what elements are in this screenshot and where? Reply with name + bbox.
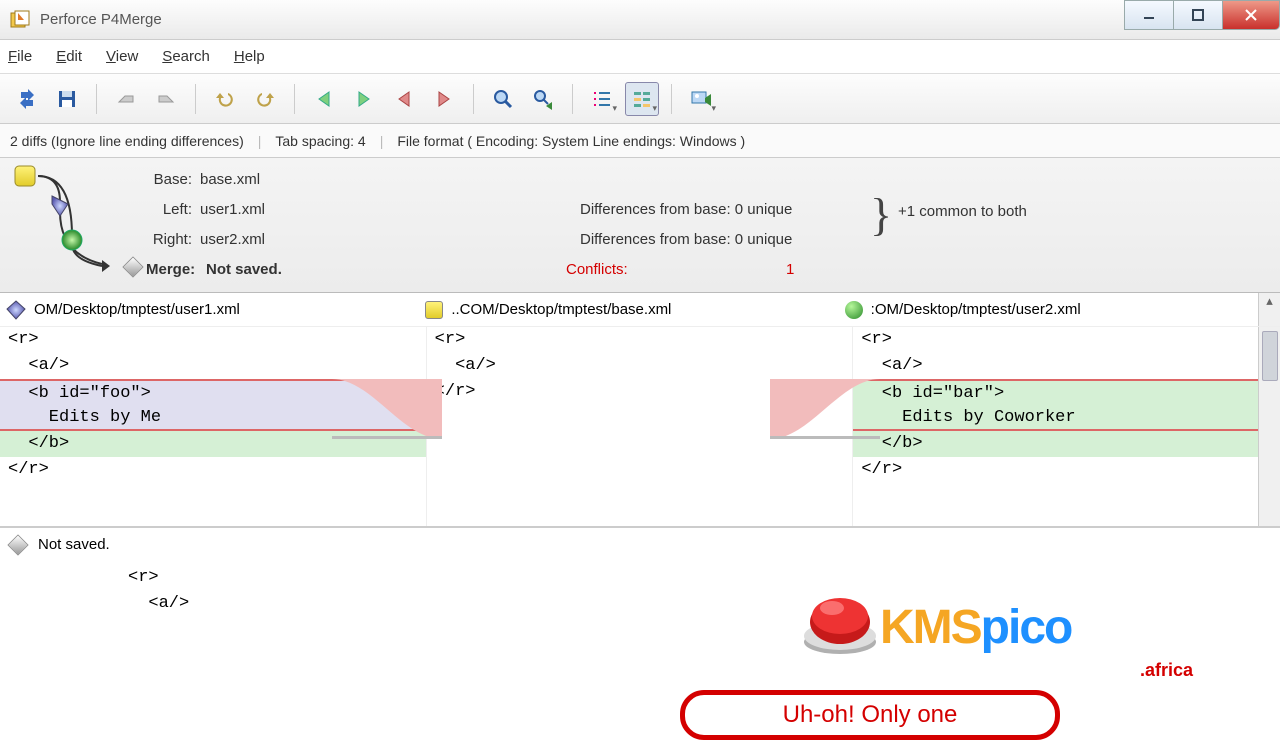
yellow-square-icon	[425, 301, 443, 319]
undo-button[interactable]	[208, 82, 242, 116]
diff-panes: <r> <a/> <b id="foo"> Edits by Me </b> <…	[0, 327, 1280, 527]
right-path-input[interactable]	[871, 301, 1252, 318]
toolbar	[0, 74, 1280, 124]
menu-file[interactable]: File	[8, 48, 32, 65]
common-text: +1 common to both	[898, 203, 1027, 220]
window-title: Perforce P4Merge	[40, 11, 162, 28]
merge-status: Not saved.	[38, 536, 110, 553]
left-pane[interactable]: <r> <a/> <b id="foo"> Edits by Me </b> <…	[0, 327, 427, 526]
minimize-button[interactable]	[1124, 0, 1174, 30]
tab-spacing[interactable]: Tab spacing: 4	[275, 133, 365, 149]
menu-view[interactable]: View	[106, 48, 138, 65]
menu-search[interactable]: Search	[162, 48, 210, 65]
merge-diamond-icon	[122, 256, 143, 277]
next-conflict-button[interactable]	[427, 82, 461, 116]
scroll-gutter[interactable]: ▴	[1258, 293, 1280, 326]
callout-bubble: Uh-oh! Only one	[680, 690, 1060, 740]
app-icon	[10, 10, 30, 30]
watermark-tag: .africa	[1140, 660, 1193, 681]
left-path-input[interactable]	[34, 301, 413, 318]
save-button[interactable]	[50, 82, 84, 116]
path-row: ▴	[0, 293, 1280, 327]
window-controls	[1125, 0, 1280, 30]
diff-scrollbar[interactable]	[1258, 327, 1280, 526]
find-button[interactable]	[486, 82, 520, 116]
blue-diamond-icon	[6, 300, 26, 320]
maximize-button[interactable]	[1173, 0, 1223, 30]
base-path-input[interactable]	[451, 301, 832, 318]
conflicts-label: Conflicts:	[566, 261, 786, 278]
brace-icon: }	[870, 188, 892, 241]
merge-value: Not saved.	[206, 261, 566, 278]
merge-label: Merge:	[146, 261, 206, 278]
close-button[interactable]	[1222, 0, 1280, 30]
erase-left-button[interactable]	[109, 82, 143, 116]
menubar: File Edit View Search Help	[0, 40, 1280, 74]
prev-conflict-button[interactable]	[387, 82, 421, 116]
next-diff-button[interactable]	[347, 82, 381, 116]
redo-button[interactable]	[248, 82, 282, 116]
show-inline-button[interactable]	[625, 82, 659, 116]
find-next-button[interactable]	[526, 82, 560, 116]
right-diff: Differences from base: 0 unique	[580, 231, 860, 248]
line-numbers-button[interactable]	[585, 82, 619, 116]
merge-pane[interactable]: <r> <a/>	[0, 561, 1280, 617]
left-value: user1.xml	[200, 201, 580, 218]
diff-summary[interactable]: 2 diffs (Ignore line ending differences)	[10, 133, 244, 149]
erase-right-button[interactable]	[149, 82, 183, 116]
right-pane[interactable]: <r> <a/> <b id="bar"> Edits by Coworker …	[853, 327, 1280, 526]
base-value: base.xml	[200, 171, 580, 188]
titlebar: Perforce P4Merge	[0, 0, 1280, 40]
base-pane[interactable]: <r> <a/> </r>	[427, 327, 854, 526]
merge-header: Not saved.	[0, 527, 1280, 561]
menu-help[interactable]: Help	[234, 48, 265, 65]
status-strip: 2 diffs (Ignore line ending differences)…	[0, 124, 1280, 158]
file-format[interactable]: File format ( Encoding: System Line endi…	[397, 133, 745, 149]
menu-edit[interactable]: Edit	[56, 48, 82, 65]
merge-diamond-icon-2	[7, 534, 28, 555]
refresh-button[interactable]	[10, 82, 44, 116]
conflicts-count: 1	[786, 261, 794, 278]
image-mode-button[interactable]	[684, 82, 718, 116]
file-info-panel: Base: base.xml Left: user1.xml Differenc…	[0, 158, 1280, 293]
merge-tree-icon	[10, 164, 110, 294]
right-value: user2.xml	[200, 231, 580, 248]
red-button-graphic	[800, 590, 880, 656]
prev-diff-button[interactable]	[307, 82, 341, 116]
watermark-logo: KMSpico	[880, 600, 1071, 655]
left-diff: Differences from base: 0 unique	[580, 201, 860, 218]
green-circle-icon	[845, 301, 863, 319]
